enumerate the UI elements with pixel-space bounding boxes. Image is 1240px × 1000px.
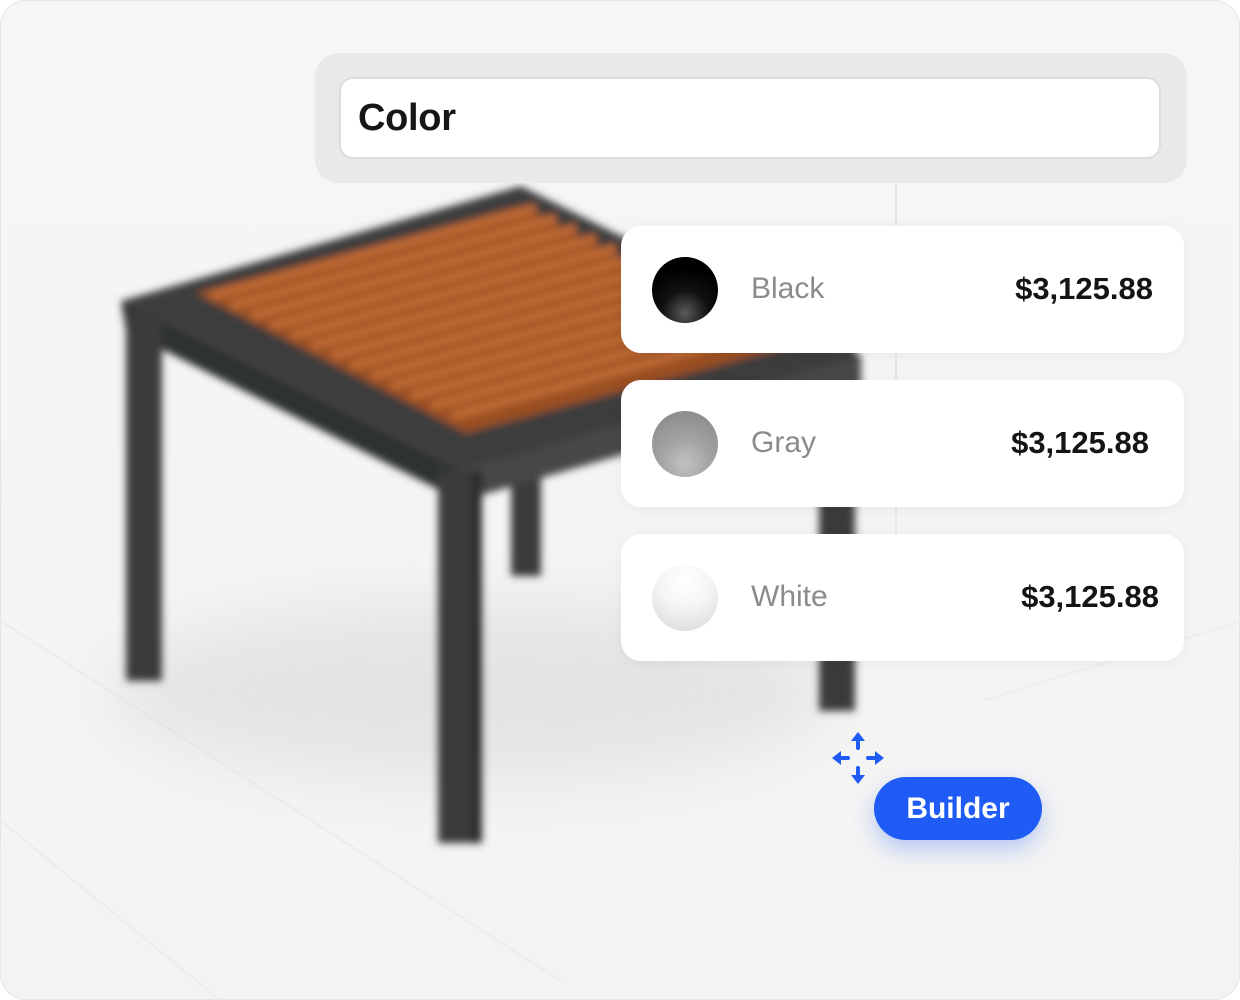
color-option-white[interactable]: White $3,125.88 <box>621 534 1184 661</box>
option-name: Black <box>751 272 825 305</box>
move-arrows-icon[interactable] <box>831 731 885 785</box>
option-price: $3,125.88 <box>1015 271 1153 306</box>
gray-swatch <box>652 411 718 477</box>
color-header-panel: Color <box>315 53 1187 183</box>
option-price: $3,125.88 <box>1011 425 1149 460</box>
black-swatch <box>652 257 718 323</box>
color-header-field: Color <box>339 77 1161 159</box>
option-name: Gray <box>751 426 817 459</box>
color-options-list: Black $3,125.88 Gray $3,125.88 White $3,… <box>621 226 1184 688</box>
white-swatch <box>652 565 718 631</box>
color-option-gray[interactable]: Gray $3,125.88 <box>621 380 1184 507</box>
builder-button[interactable]: Builder <box>874 777 1042 840</box>
option-price: $3,125.88 <box>1021 579 1159 614</box>
product-configurator: Color Black $3,125.88 Gray $3,125.88 Whi… <box>0 0 1240 1000</box>
section-title: Color <box>358 96 456 139</box>
color-option-black[interactable]: Black $3,125.88 <box>621 226 1184 353</box>
option-name: White <box>751 580 828 613</box>
